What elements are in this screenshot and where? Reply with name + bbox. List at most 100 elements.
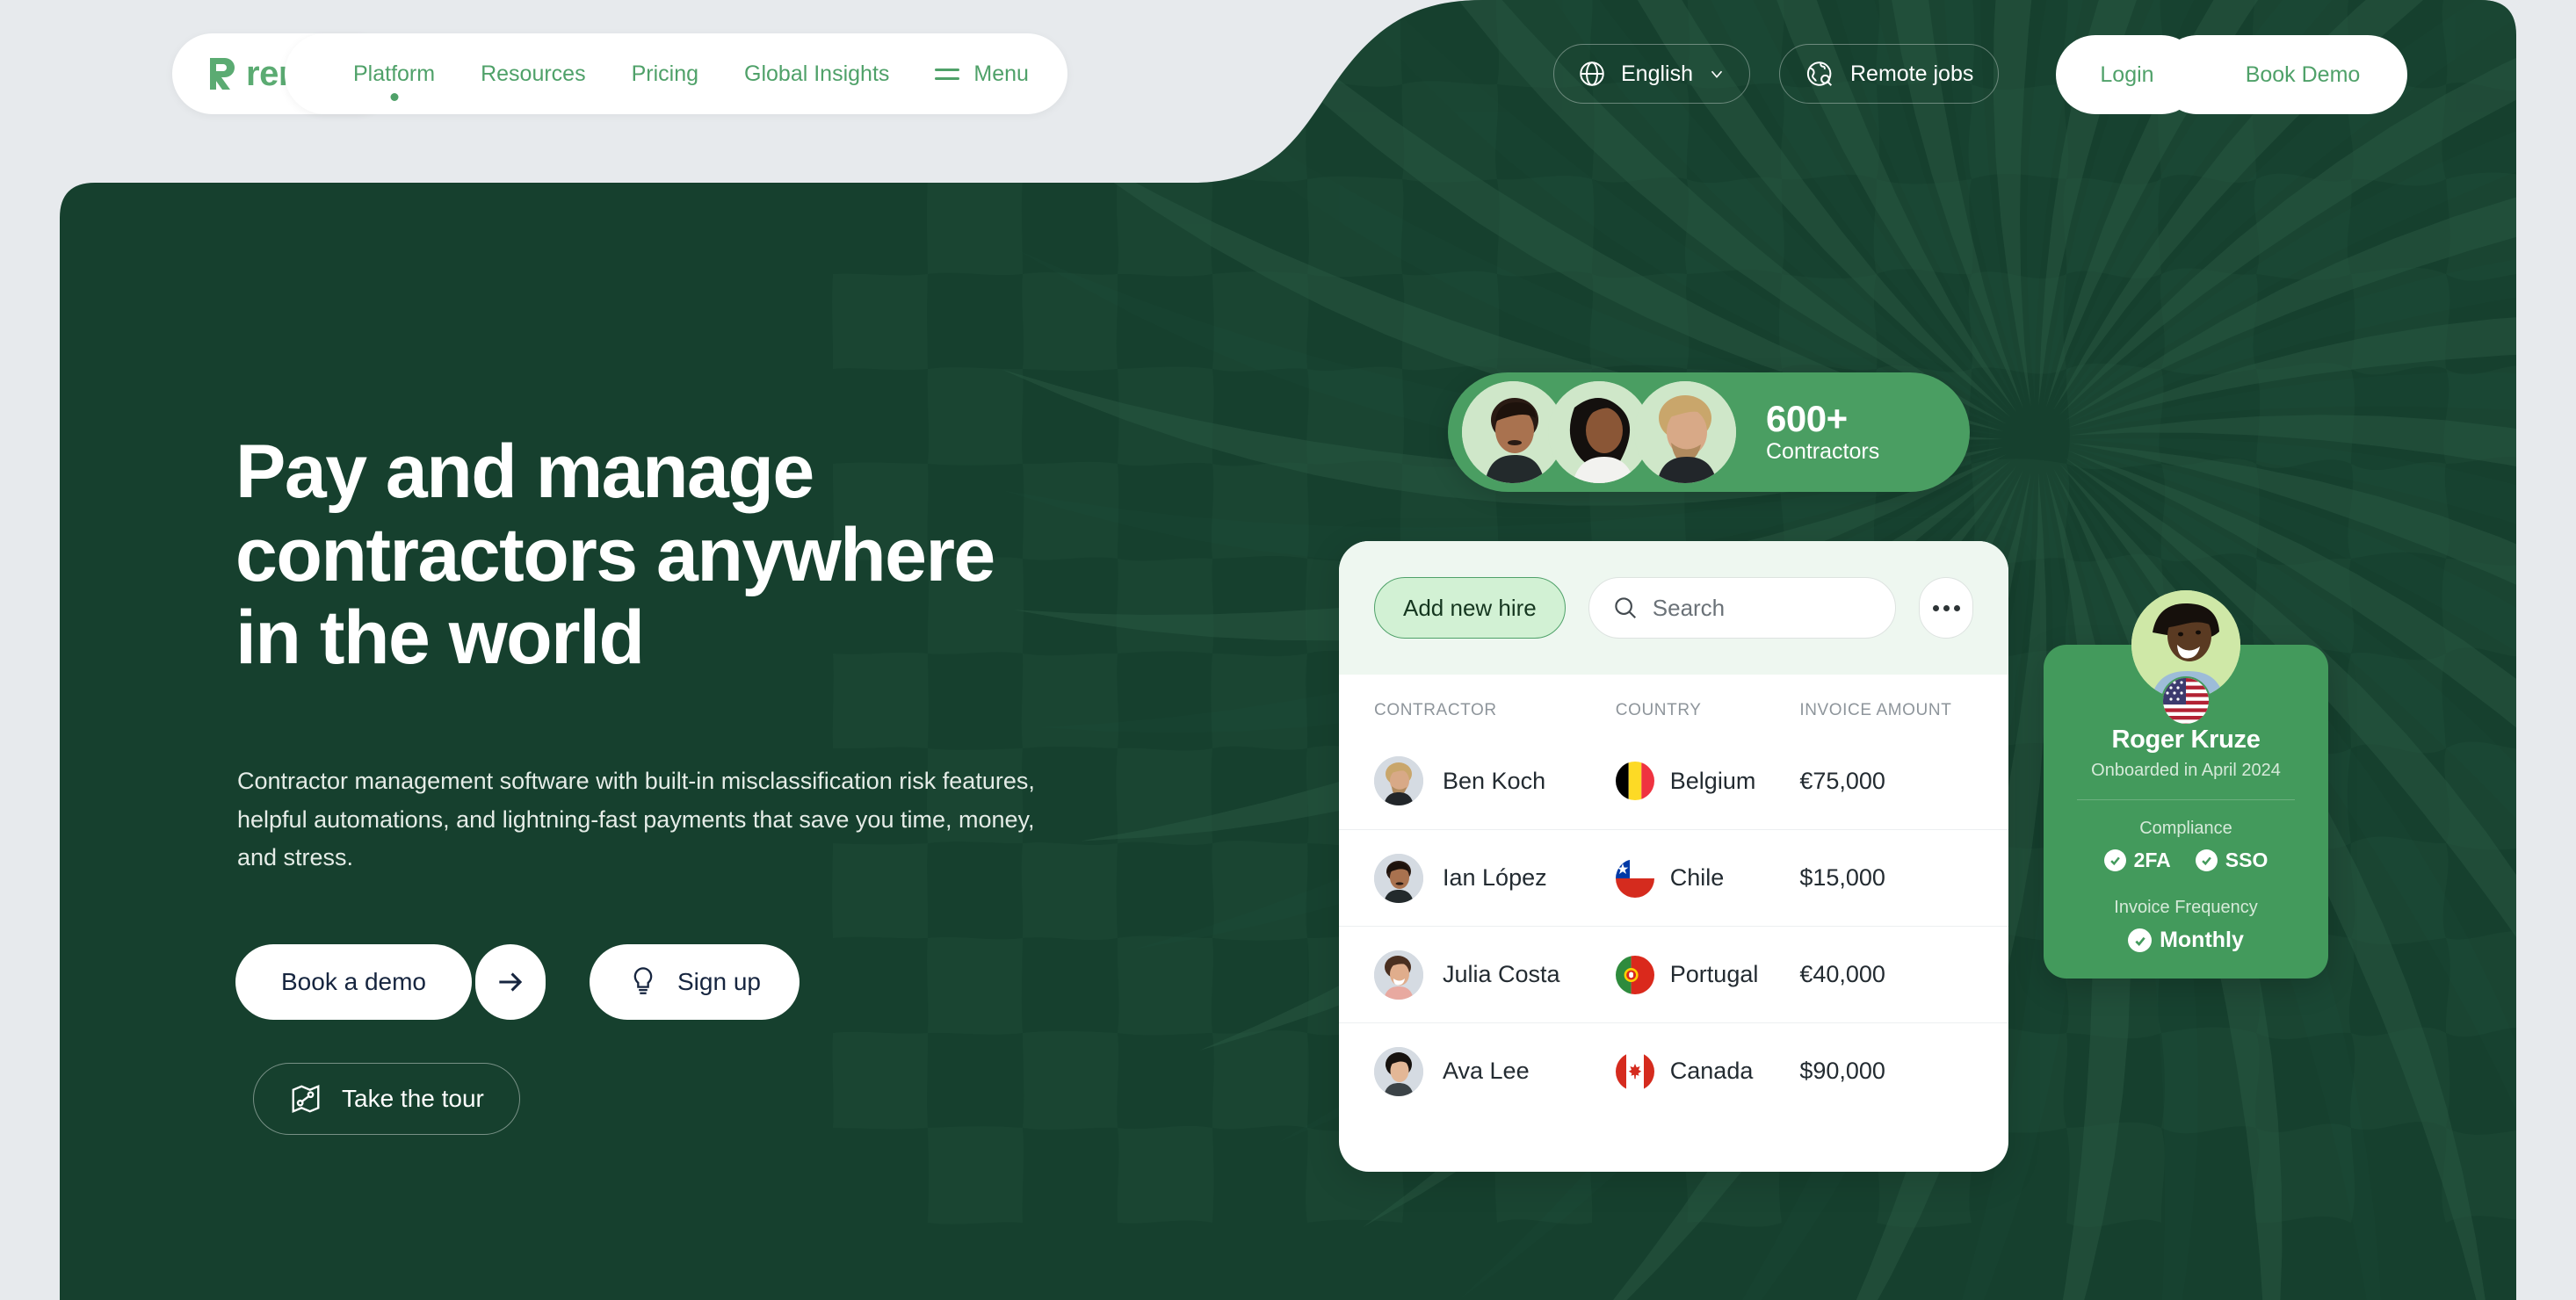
sign-up-label: Sign up xyxy=(677,968,761,995)
contractor-name: Ian López xyxy=(1443,864,1547,891)
add-new-hire-button[interactable]: Add new hire xyxy=(1374,577,1566,639)
nav-menu-label: Menu xyxy=(973,61,1029,86)
active-indicator-dot xyxy=(390,92,399,101)
table-row[interactable]: Ben Koch Belgium €75,000 xyxy=(1339,733,2008,829)
column-header-country: COUNTRY xyxy=(1615,701,1702,719)
badge-label: 2FA xyxy=(2133,849,2171,871)
contractor-name: Ava Lee xyxy=(1443,1058,1530,1084)
invoice-amount: $90,000 xyxy=(1799,1058,1885,1084)
invoice-amount: €75,000 xyxy=(1799,767,1885,794)
flag-portugal-icon xyxy=(1615,955,1654,994)
map-route-icon xyxy=(292,1084,320,1114)
flag-belgium-icon xyxy=(1615,762,1654,800)
status-badge-monthly: Monthly xyxy=(2128,928,2244,953)
divider xyxy=(2077,799,2295,800)
search-placeholder: Search xyxy=(1652,594,1726,621)
avatar xyxy=(1374,756,1423,805)
nav-link-resources[interactable]: Resources xyxy=(458,61,609,87)
table-row[interactable]: Julia Costa Portugal €40,000 xyxy=(1339,926,2008,1022)
remote-jobs-label: Remote jobs xyxy=(1850,61,1974,86)
dot xyxy=(1932,604,1939,611)
badge-label: Monthly xyxy=(2160,928,2244,952)
nav-link-pricing[interactable]: Pricing xyxy=(609,61,721,87)
invoice-amount: $15,000 xyxy=(1799,864,1885,891)
column-header-invoice-amount: INVOICE AMOUNT xyxy=(1799,701,1952,719)
stat-caption: Contractors xyxy=(1766,439,1880,465)
contractor-name: Ben Koch xyxy=(1443,767,1546,794)
login-button[interactable]: Login xyxy=(2061,35,2193,114)
hamburger-icon xyxy=(935,68,960,80)
check-icon xyxy=(2128,928,2153,952)
chevron-down-icon xyxy=(1711,70,1723,78)
stat-text: 600+ Contractors xyxy=(1766,397,1880,465)
more-options-button[interactable] xyxy=(1919,577,1973,639)
avatar-photo-3 xyxy=(1634,381,1736,483)
flag-canada-icon xyxy=(1615,1051,1654,1091)
avatar xyxy=(1374,950,1423,1000)
search-icon xyxy=(1615,597,1636,619)
country-name: Portugal xyxy=(1669,961,1759,987)
hero-cta-row: Book a demo Sign up xyxy=(235,944,800,1020)
contractors-stat-badge: 600+ Contractors xyxy=(1448,372,1970,492)
auth-buttons: Login Book Demo xyxy=(2056,35,2407,114)
take-the-tour-label: Take the tour xyxy=(342,1085,484,1112)
profile-onboarded-date: Onboarded in April 2024 xyxy=(2091,761,2281,780)
avatar xyxy=(1634,381,1736,483)
language-label: English xyxy=(1621,61,1693,86)
dot xyxy=(1953,604,1960,611)
table-column-headers: CONTRACTOR COUNTRY INVOICE AMOUNT xyxy=(1339,675,2008,733)
avatar-photo-ben-koch xyxy=(1374,756,1423,805)
stat-number: 600+ xyxy=(1766,397,1848,439)
country-name: Belgium xyxy=(1669,767,1756,794)
flag-chile-icon xyxy=(1615,858,1654,898)
invoice-frequency-label: Invoice Frequency xyxy=(2114,898,2258,917)
arrow-right-icon xyxy=(499,972,523,992)
flag-united-states-icon xyxy=(2161,676,2211,726)
status-badge-sso: SSO xyxy=(2195,849,2268,872)
country-name: Chile xyxy=(1669,864,1725,891)
nav-link-label: Platform xyxy=(353,61,436,86)
contractors-table-card: Add new hire Search CONTRACTOR COUNTRY I… xyxy=(1339,541,2008,1172)
profile-name: Roger Kruze xyxy=(2111,726,2261,754)
remote-logo-icon xyxy=(210,58,235,90)
book-a-demo-button[interactable]: Book a demo xyxy=(235,944,472,1020)
avatar-photo-ava-lee xyxy=(1374,1046,1423,1096)
compliance-label: Compliance xyxy=(2139,819,2232,838)
dot xyxy=(1943,604,1950,611)
globe-search-icon xyxy=(1806,61,1833,86)
table-body: Ben Koch Belgium €75,000 Ian López Chile… xyxy=(1339,733,2008,1119)
contractor-profile-card: Roger Kruze Onboarded in April 2024 Comp… xyxy=(2044,590,2328,979)
avatar-photo-ian-lopez xyxy=(1374,853,1423,903)
nav-links: Platform Resources Pricing Global Insigh… xyxy=(285,33,1067,114)
take-the-tour-button[interactable]: Take the tour xyxy=(253,1063,520,1135)
nav-link-global-insights[interactable]: Global Insights xyxy=(721,61,912,87)
table-row[interactable]: Ava Lee Canada $90,000 xyxy=(1339,1022,2008,1119)
sign-up-button[interactable]: Sign up xyxy=(590,944,800,1020)
country-name: Canada xyxy=(1669,1058,1754,1084)
invoice-amount: €40,000 xyxy=(1799,961,1885,987)
nav-link-platform[interactable]: Platform xyxy=(330,61,458,101)
book-a-demo-arrow-button[interactable] xyxy=(475,944,546,1020)
check-icon xyxy=(2103,849,2126,871)
hero-subcopy: Contractor management software with buil… xyxy=(237,768,1035,871)
compliance-chips: 2FA SSO xyxy=(2044,849,2328,872)
table-row[interactable]: Ian López Chile $15,000 xyxy=(1339,829,2008,926)
invoice-frequency-chips: Monthly xyxy=(2044,928,2328,953)
table-card-toolbar: Add new hire Search xyxy=(1339,541,2008,675)
top-navigation: remote Platform Resources Pricing Global… xyxy=(0,0,2576,149)
status-badge-2fa: 2FA xyxy=(2103,849,2171,872)
check-icon xyxy=(2195,849,2218,871)
nav-menu-button[interactable]: Menu xyxy=(912,61,1029,87)
language-selector[interactable]: English xyxy=(1553,44,1750,104)
book-demo-button[interactable]: Book Demo xyxy=(2203,35,2402,114)
contractor-name: Julia Costa xyxy=(1443,961,1560,987)
page-title: Pay and manage contractors anywhere in t… xyxy=(235,430,995,681)
remote-jobs-button[interactable]: Remote jobs xyxy=(1779,44,2000,104)
lightbulb-icon xyxy=(633,967,653,994)
column-header-contractor: CONTRACTOR xyxy=(1374,701,1497,719)
avatar xyxy=(1374,1046,1423,1096)
avatar-photo-julia-costa xyxy=(1374,950,1423,1000)
globe-icon xyxy=(1580,61,1604,86)
search-input[interactable]: Search xyxy=(1588,577,1896,639)
badge-label: SSO xyxy=(2225,849,2268,871)
